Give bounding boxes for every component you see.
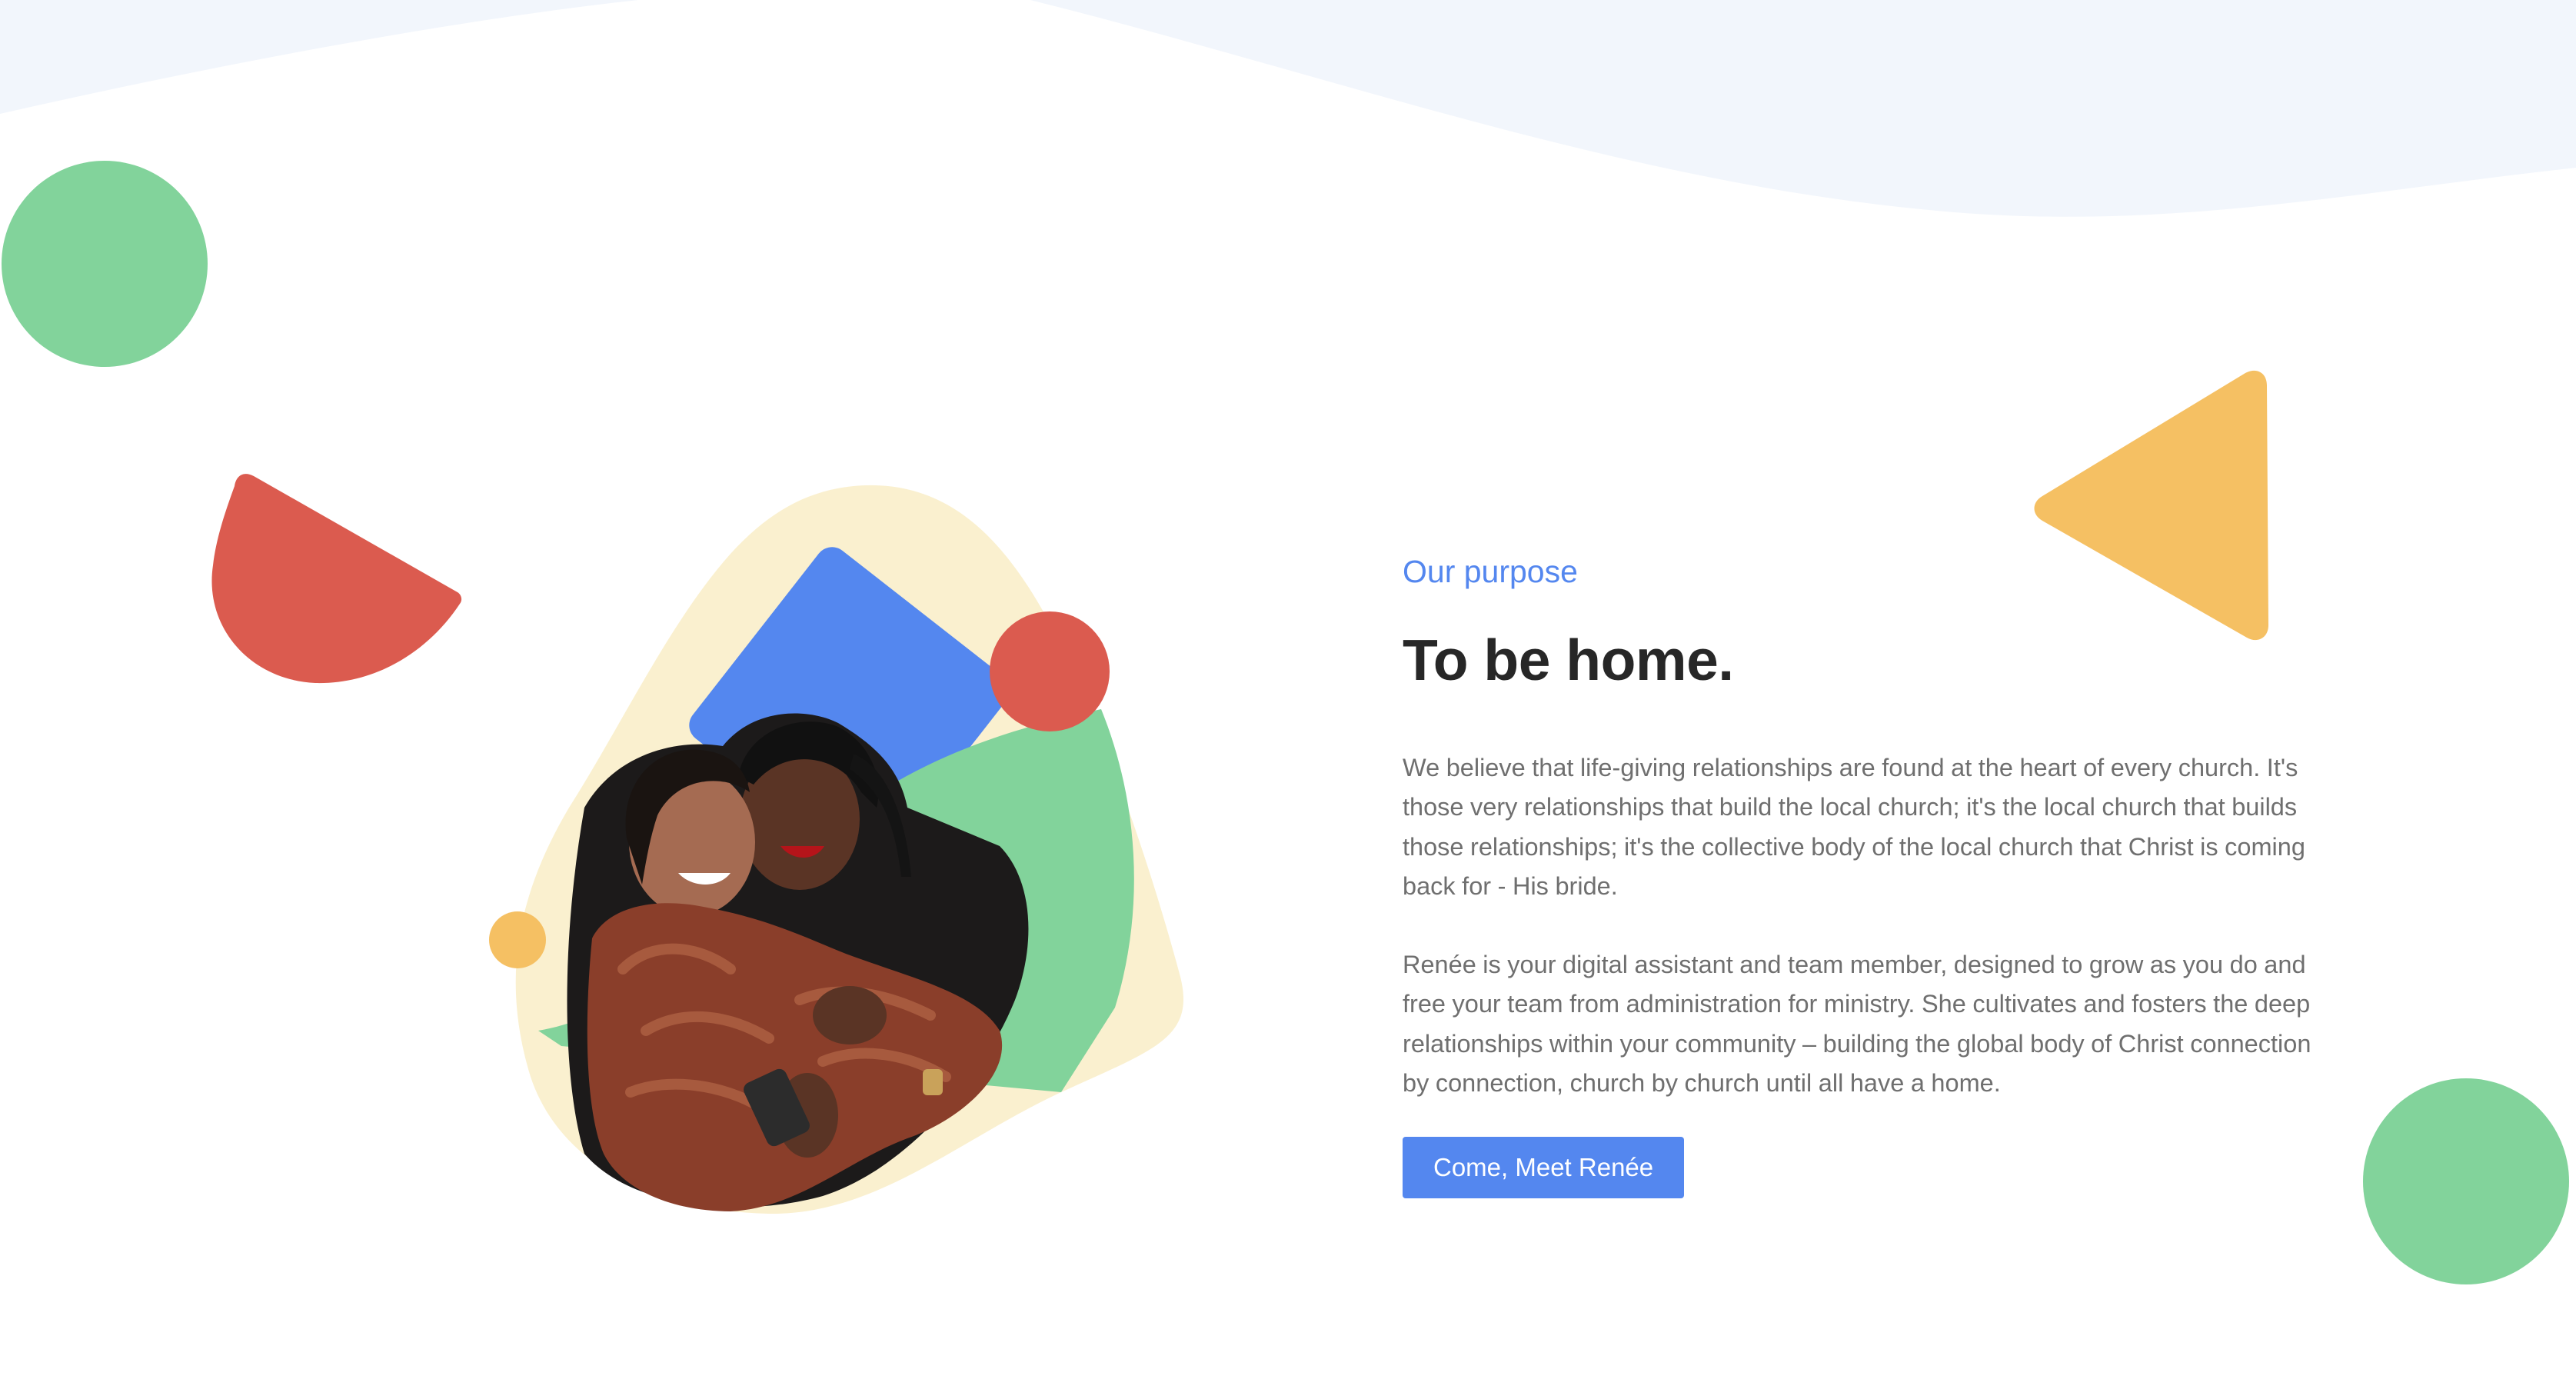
red-half-circle-decoration: [211, 474, 462, 684]
red-circle: [990, 611, 1110, 731]
section-title: To be home.: [1403, 628, 1734, 692]
wave-top-left: [0, 0, 638, 114]
meet-renee-button[interactable]: Come, Meet Renée: [1403, 1137, 1685, 1199]
background-wave: [0, 0, 2576, 217]
hero-illustration: [489, 485, 1184, 1214]
section-eyebrow: Our purpose: [1403, 554, 1578, 589]
yellow-dot: [489, 911, 546, 968]
purpose-text-block: Our purpose To be home. We believe that …: [1403, 550, 2325, 1199]
green-circle-decoration: [2, 161, 208, 367]
purpose-section: Our purpose To be home. We believe that …: [0, 0, 2576, 1386]
renee-paragraph: Renée is your digital assistant and team…: [1403, 951, 2311, 1098]
green-circle-decoration: [2363, 1078, 2569, 1284]
purpose-paragraph: We believe that life-giving relationship…: [1403, 754, 2305, 900]
